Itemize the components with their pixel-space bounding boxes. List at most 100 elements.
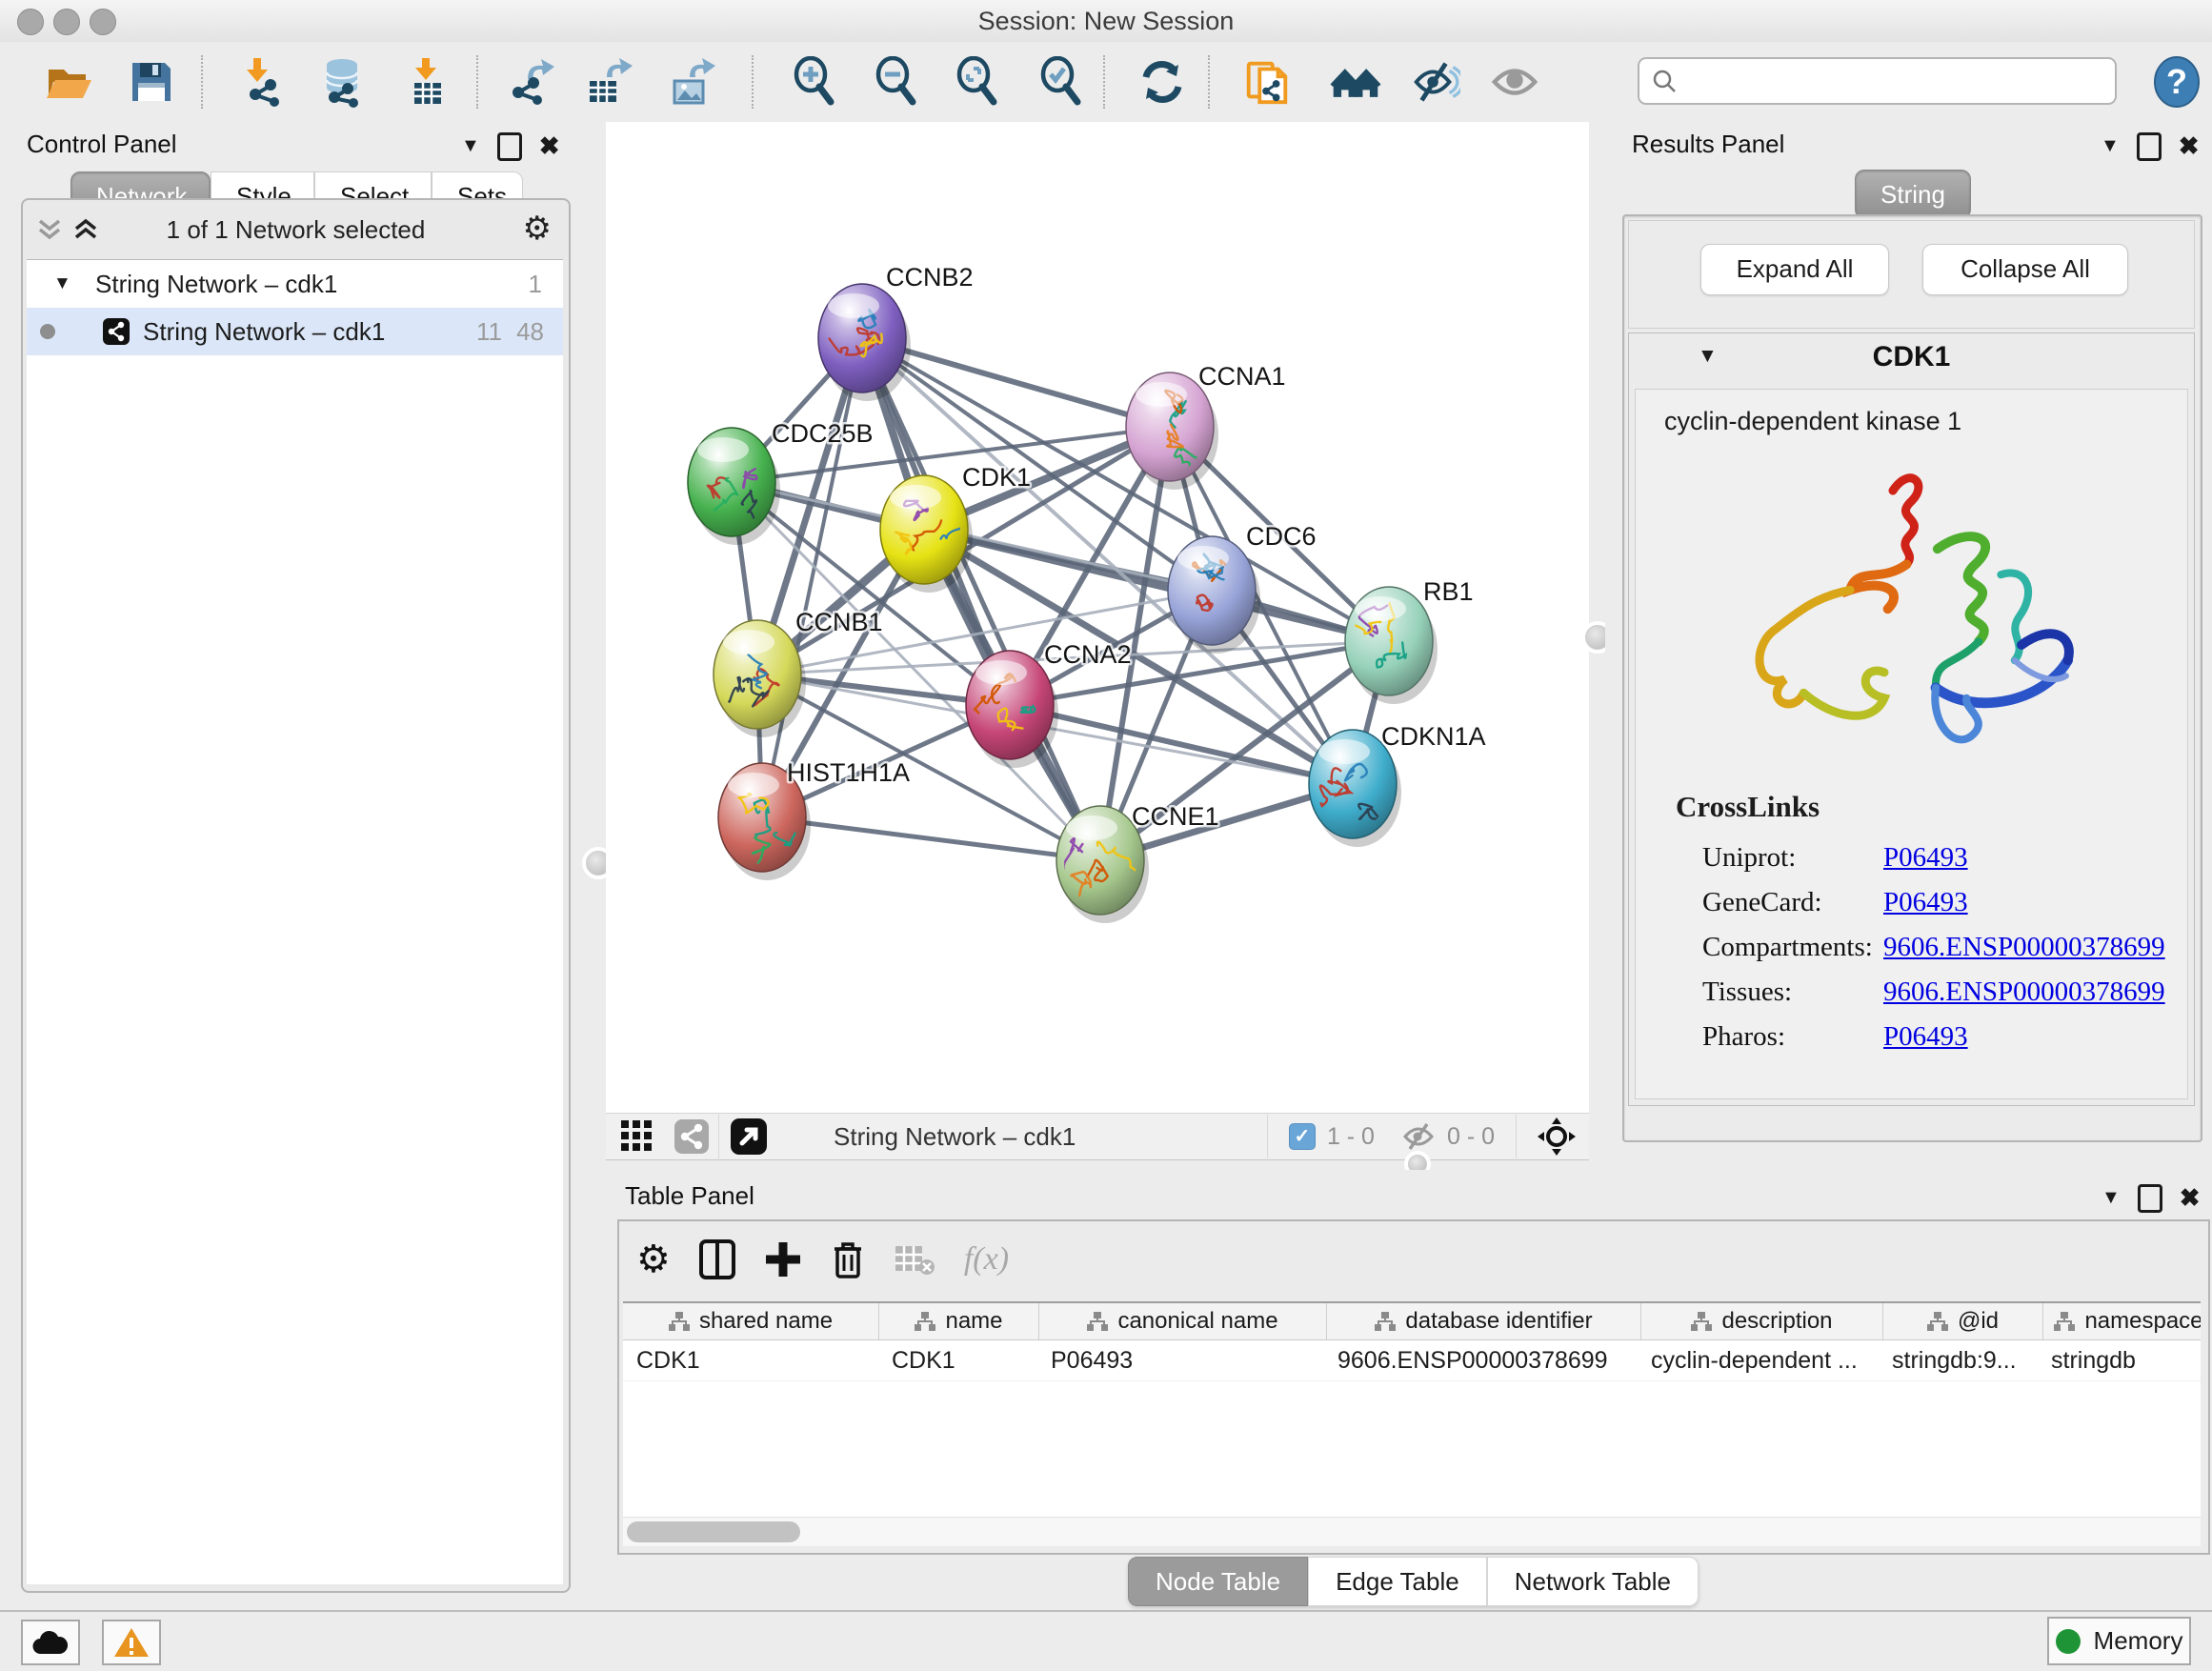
column-header-namespace[interactable]: namespace bbox=[2043, 1303, 2201, 1339]
column-header--id[interactable]: @id bbox=[1883, 1303, 2043, 1339]
column-header-database-identifier[interactable]: database identifier bbox=[1327, 1303, 1641, 1339]
network-graph[interactable]: CCNB2CCNA1CDC25BCDK1CDC6RB1CCNB1CCNA2CDK… bbox=[606, 122, 1589, 1113]
table-row[interactable]: CDK1CDK1P064939606.ENSP00000378699cyclin… bbox=[623, 1340, 2201, 1381]
hidden-eye-slash-icon[interactable] bbox=[1401, 1121, 1436, 1152]
column-header-name[interactable]: name bbox=[879, 1303, 1039, 1339]
crosslink-link[interactable]: 9606.ENSP00000378699 bbox=[1883, 976, 2165, 1007]
panel-close-icon[interactable]: ✖ bbox=[539, 131, 560, 161]
table-cell[interactable]: 9606.ENSP00000378699 bbox=[1324, 1340, 1638, 1380]
network-list-header: 1 of 1 Network selected ⚙ bbox=[23, 200, 569, 257]
expand-all-button[interactable]: Expand All bbox=[1700, 244, 1889, 295]
control-panel-title: Control Panel bbox=[27, 130, 177, 159]
table-panel-title: Table Panel bbox=[625, 1181, 754, 1211]
houses-icon bbox=[1330, 56, 1381, 108]
collection-label: String Network – cdk1 bbox=[95, 260, 337, 308]
node-CDK1[interactable] bbox=[880, 475, 973, 593]
zoom-in-button[interactable] bbox=[790, 55, 841, 109]
zoom-selected-button[interactable] bbox=[1036, 55, 1088, 109]
duplicate-page-button[interactable] bbox=[1241, 55, 1293, 109]
import-network-icon bbox=[234, 56, 286, 108]
column-header-description[interactable]: description bbox=[1641, 1303, 1883, 1339]
open-in-window-icon[interactable] bbox=[729, 1117, 769, 1157]
panel-menu-icon[interactable]: ▼ bbox=[2101, 1187, 2121, 1209]
panel-close-icon[interactable]: ✖ bbox=[2180, 1183, 2201, 1213]
node-CCNB1[interactable] bbox=[711, 620, 806, 737]
scrollbar-thumb[interactable] bbox=[627, 1521, 800, 1542]
help-button[interactable]: ? bbox=[2151, 55, 2202, 109]
panel-float-icon[interactable] bbox=[2137, 132, 2162, 161]
protein-section-header[interactable]: ▼ CDK1 bbox=[1629, 333, 2194, 389]
tab-node-table[interactable]: Node Table bbox=[1128, 1557, 1308, 1606]
birds-eye-view-icon[interactable] bbox=[621, 1120, 654, 1153]
cloud-status-button[interactable] bbox=[21, 1620, 80, 1665]
save-session-button[interactable] bbox=[126, 55, 177, 109]
fit-selected-crosshair-icon[interactable] bbox=[1538, 1117, 1576, 1156]
export-network-button[interactable] bbox=[505, 55, 556, 109]
table-panel: Table Panel ▼ ✖ ⚙ bbox=[606, 1170, 2212, 1610]
window-title: Session: New Session bbox=[0, 0, 2212, 42]
zoom-fit-icon bbox=[953, 56, 1004, 108]
table-cell[interactable]: CDK1 bbox=[623, 1340, 878, 1380]
show-columns-icon[interactable] bbox=[699, 1239, 735, 1279]
network-list-options-gear-icon[interactable]: ⚙ bbox=[523, 210, 552, 248]
import-network-from-file-button[interactable] bbox=[234, 55, 286, 109]
column-header-canonical-name[interactable]: canonical name bbox=[1039, 1303, 1327, 1339]
table-cell[interactable]: CDK1 bbox=[878, 1340, 1037, 1380]
tab-edge-table[interactable]: Edge Table bbox=[1308, 1557, 1487, 1606]
crosslink-link[interactable]: P06493 bbox=[1883, 887, 1968, 917]
network-share-gray-icon[interactable] bbox=[674, 1119, 709, 1154]
table-options-gear-icon[interactable]: ⚙ bbox=[636, 1238, 671, 1281]
delete-trash-icon[interactable] bbox=[831, 1239, 865, 1279]
column-header-label: shared name bbox=[699, 1308, 833, 1335]
tab-string[interactable]: String bbox=[1855, 170, 1971, 219]
table-cell[interactable]: P06493 bbox=[1037, 1340, 1324, 1380]
crosslink-row: Compartments:9606.ENSP00000378699 bbox=[1702, 925, 2165, 970]
collapse-all-button[interactable]: Collapse All bbox=[1922, 244, 2128, 295]
add-column-plus-icon[interactable] bbox=[764, 1240, 802, 1278]
table-cell[interactable]: cyclin-dependent ... bbox=[1638, 1340, 1879, 1380]
edge-CCNB2-HIST1H1A[interactable] bbox=[762, 338, 862, 817]
export-table-button[interactable] bbox=[582, 55, 633, 109]
toolbar-separator bbox=[476, 55, 478, 109]
network-collection-row[interactable]: ▼ String Network – cdk1 1 bbox=[27, 260, 563, 308]
panel-float-icon[interactable] bbox=[2138, 1184, 2162, 1213]
attribute-type-icon bbox=[1927, 1312, 1948, 1331]
protein-name: CDK1 bbox=[1629, 341, 2194, 373]
network-canvas[interactable]: CCNB2CCNA1CDC25BCDK1CDC6RB1CCNB1CCNA2CDK… bbox=[606, 122, 1589, 1113]
collection-expander-icon[interactable]: ▼ bbox=[53, 260, 71, 308]
edge-HIST1H1A-CCNE1[interactable] bbox=[762, 817, 1100, 860]
node-CDC6[interactable] bbox=[1168, 536, 1260, 654]
export-image-button[interactable] bbox=[665, 55, 716, 109]
search-input[interactable] bbox=[1689, 61, 2102, 99]
tab-network-table[interactable]: Network Table bbox=[1487, 1557, 1699, 1606]
refresh-view-button[interactable] bbox=[1136, 55, 1188, 109]
table-cell[interactable]: stringdb:9... bbox=[1879, 1340, 2038, 1380]
memory-button[interactable]: Memory bbox=[2047, 1617, 2191, 1665]
panel-menu-icon[interactable]: ▼ bbox=[461, 135, 480, 157]
panel-menu-icon[interactable]: ▼ bbox=[2101, 135, 2120, 157]
column-header-label: name bbox=[945, 1308, 1002, 1335]
table-cell[interactable]: stringdb bbox=[2038, 1340, 2201, 1380]
zoom-out-button[interactable] bbox=[872, 55, 923, 109]
table-horizontal-scrollbar[interactable] bbox=[623, 1517, 2201, 1546]
home-button[interactable] bbox=[1330, 55, 1381, 109]
protein-details: cyclin-dependent kinase 1 bbox=[1635, 389, 2188, 1099]
crosslink-label: Pharos: bbox=[1702, 1015, 1883, 1059]
node-CCNB2[interactable] bbox=[818, 284, 911, 401]
import-network-from-database-button[interactable] bbox=[315, 55, 367, 109]
column-header-shared-name[interactable]: shared name bbox=[623, 1303, 879, 1339]
panel-close-icon[interactable]: ✖ bbox=[2179, 131, 2200, 161]
warnings-button[interactable] bbox=[102, 1620, 161, 1665]
hide-visual-effects-button[interactable] bbox=[1409, 55, 1460, 109]
selected-checkbox-icon[interactable]: ✓ bbox=[1289, 1123, 1316, 1150]
import-table-from-file-button[interactable] bbox=[401, 55, 452, 109]
show-eye-button[interactable] bbox=[1489, 55, 1540, 109]
zoom-fit-button[interactable] bbox=[953, 55, 1004, 109]
open-session-button[interactable] bbox=[43, 55, 94, 109]
crosslink-label: Compartments: bbox=[1702, 925, 1883, 970]
crosslink-link[interactable]: 9606.ENSP00000378699 bbox=[1883, 932, 2165, 962]
network-row[interactable]: String Network – cdk1 11 48 bbox=[27, 308, 563, 355]
crosslink-link[interactable]: P06493 bbox=[1883, 1021, 1968, 1052]
panel-float-icon[interactable] bbox=[497, 132, 522, 161]
crosslink-link[interactable]: P06493 bbox=[1883, 842, 1968, 873]
